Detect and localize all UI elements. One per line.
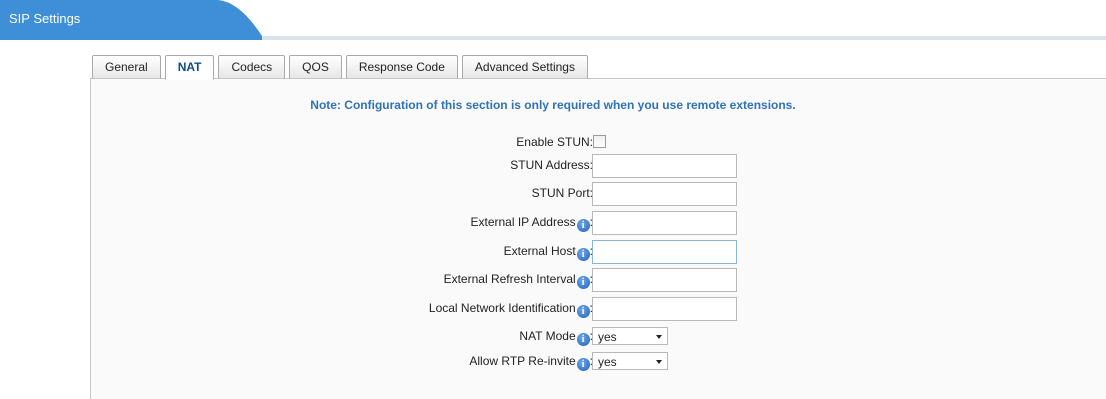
chevron-down-icon [656,360,662,364]
tab-general[interactable]: General [92,55,161,79]
nat-mode-label-group: NAT Modei: [519,329,593,346]
stun-port-input[interactable] [592,182,737,206]
stun-address-input[interactable] [592,154,737,178]
enable-stun-label: Enable STUN: [516,135,593,149]
external-refresh-label: External Refresh Interval [443,272,576,286]
page-title: SIP Settings [9,11,81,26]
stun-port-row: STUN Port: [0,182,1106,206]
tab-advanced-settings[interactable]: Advanced Settings [461,55,588,79]
external-host-label-group: External Hosti: [504,244,593,261]
external-ip-row: External IP Addressi: [0,211,1106,235]
external-refresh-input[interactable] [592,268,737,292]
external-refresh-row: External Refresh Intervali: [0,268,1106,292]
enable-stun-checkbox[interactable] [593,135,606,148]
info-icon[interactable]: i [576,333,590,346]
local-network-input[interactable] [592,297,737,321]
info-icon[interactable]: i [576,358,590,371]
external-refresh-label-group: External Refresh Intervali: [444,272,593,289]
stun-address-label: STUN Address: [510,158,593,172]
allow-rtp-label: Allow RTP Re-invite [469,354,576,368]
remote-extensions-note: Note: Configuration of this section is o… [310,98,796,112]
info-icon[interactable]: i [576,276,590,289]
external-host-input[interactable] [592,240,737,264]
tab-nat[interactable]: NAT [164,55,215,80]
chevron-down-icon [656,335,662,339]
external-host-row: External Hosti: [0,240,1106,264]
nat-mode-value: yes [598,330,617,344]
local-network-label: Local Network Identification [428,301,576,315]
external-ip-label-group: External IP Addressi: [470,215,593,232]
external-host-label: External Host [503,244,576,258]
external-ip-input[interactable] [592,211,737,235]
stun-port-label: STUN Port: [531,186,593,200]
header-bar: SIP Settings [0,0,1106,40]
nat-mode-label: NAT Mode [519,329,576,343]
local-network-row: Local Network Identificationi: [0,297,1106,321]
nat-mode-select[interactable]: yes [592,327,668,345]
allow-rtp-label-group: Allow RTP Re-invitei: [469,354,593,371]
nat-mode-row: NAT Modei: yes [0,325,1106,349]
info-icon[interactable]: i [576,248,590,261]
tab-qos[interactable]: QOS [289,55,342,79]
tab-bar: General NAT Codecs QOS Response Code Adv… [92,55,588,80]
allow-rtp-value: yes [598,355,617,369]
allow-rtp-select[interactable]: yes [592,352,668,370]
info-icon[interactable]: i [576,219,590,232]
tab-codecs[interactable]: Codecs [218,55,286,79]
tab-response-code[interactable]: Response Code [345,55,458,79]
local-network-label-group: Local Network Identificationi: [429,301,593,318]
external-ip-label: External IP Address [470,215,576,229]
stun-address-row: STUN Address: [0,154,1106,178]
enable-stun-row: Enable STUN: [0,131,1106,155]
info-icon[interactable]: i [576,305,590,318]
allow-rtp-row: Allow RTP Re-invitei: yes [0,350,1106,374]
